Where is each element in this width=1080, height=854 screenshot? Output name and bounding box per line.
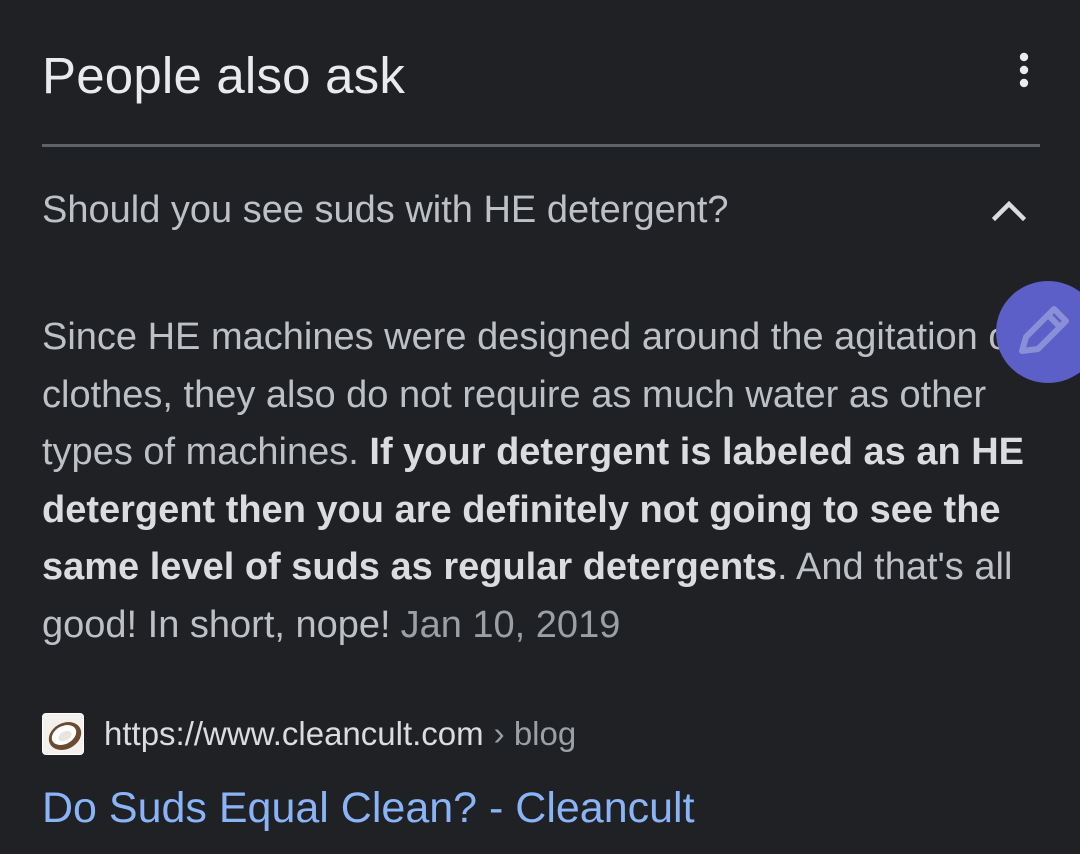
answer-snippet: Since HE machines were designed around t… <box>42 309 1042 654</box>
people-also-ask-panel: People also ask Should you see suds with… <box>0 0 1080 854</box>
source-path[interactable]: › blog <box>494 715 577 753</box>
edit-pencil-icon <box>1019 306 1069 354</box>
source-row[interactable]: https://www.cleancult.com › blog <box>42 712 576 756</box>
divider <box>42 144 1040 147</box>
source-url[interactable]: https://www.cleancult.com <box>104 715 484 753</box>
section-title: People also ask <box>42 47 406 104</box>
question-text[interactable]: Should you see suds with HE detergent? <box>42 184 729 236</box>
chevron-up-icon <box>992 200 1026 221</box>
more-vert-icon <box>1019 52 1029 88</box>
more-options-button[interactable] <box>1006 50 1042 90</box>
coconut-favicon-icon <box>42 713 84 755</box>
answer-date: Jan 10, 2019 <box>400 603 621 646</box>
collapse-question-button[interactable] <box>984 186 1034 234</box>
result-title-link[interactable]: Do Suds Equal Clean? - Cleancult <box>42 780 695 836</box>
